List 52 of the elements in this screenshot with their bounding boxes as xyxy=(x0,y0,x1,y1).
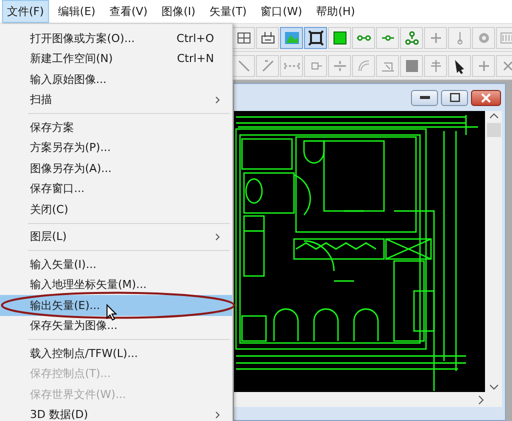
minimize-icon xyxy=(420,96,430,99)
menu-item[interactable]: 新建工作空间(N) Ctrl+N xyxy=(0,48,232,69)
chevron-up-icon[interactable] xyxy=(488,113,498,119)
menu-title[interactable]: 编辑(E) xyxy=(52,0,100,23)
menu-item[interactable]: 载入控制点/TFW(L)... xyxy=(0,343,232,364)
maximize-icon xyxy=(450,93,460,102)
toolbar-button[interactable] xyxy=(304,26,327,48)
grid-icon xyxy=(236,30,252,46)
menu-title[interactable]: 图像(I) xyxy=(156,0,200,23)
menu-item[interactable]: 图层(L) xyxy=(0,226,232,247)
cursor-icon xyxy=(106,304,117,321)
menu-title[interactable]: 帮助(H) xyxy=(311,0,360,23)
menu-item[interactable]: 打开图像或方案(O)... Ctrl+O xyxy=(0,28,232,48)
menu-item[interactable]: 输入地理坐标矢量(M)... xyxy=(0,274,232,295)
close-button[interactable] xyxy=(471,90,501,106)
menu-title[interactable]: 窗口(W) xyxy=(256,0,308,23)
menu-item[interactable]: 关闭(C) xyxy=(0,199,232,220)
close-icon xyxy=(481,92,491,102)
toolbar-button[interactable] xyxy=(448,54,471,76)
menu-item[interactable]: 图像另存为(A)... xyxy=(0,158,232,178)
menu-item[interactable]: 保存方案 xyxy=(0,117,232,138)
chevron-down-icon[interactable] xyxy=(488,384,498,390)
square-icon xyxy=(332,30,348,46)
menu-item[interactable]: 扫描 xyxy=(0,90,232,110)
network-icon xyxy=(404,30,420,46)
lettering-icon xyxy=(500,30,512,46)
menu-item[interactable]: 输入原始图像... xyxy=(0,69,232,90)
dashed-line-icon xyxy=(284,62,300,70)
horizontal-scrollbar[interactable] xyxy=(234,392,502,407)
frame-icon xyxy=(308,30,324,46)
minimize-button[interactable] xyxy=(411,90,438,106)
toolbar-button[interactable] xyxy=(232,26,255,48)
diagonal-line-icon xyxy=(260,58,276,74)
chevron-right-icon[interactable] xyxy=(478,394,484,404)
menu-item[interactable]: 输出矢量(E)... xyxy=(0,295,232,316)
menu-title[interactable]: 文件(F) xyxy=(2,0,49,23)
menu-item[interactable]: 保存矢量为图像... xyxy=(0,316,232,336)
menu-item[interactable]: 保存窗口... xyxy=(0,178,232,199)
scrollbar-thumb[interactable] xyxy=(486,123,500,137)
image-icon xyxy=(284,30,300,46)
tray-icon xyxy=(260,30,276,46)
menu-title[interactable]: 矢量(T) xyxy=(204,0,252,23)
diagonal-line-icon xyxy=(236,58,252,74)
menu-title[interactable]: 查看(V) xyxy=(104,0,153,23)
toolbar-button[interactable] xyxy=(256,26,279,48)
curve-icon xyxy=(356,58,372,74)
vertical-scrollbar[interactable] xyxy=(485,111,502,392)
menu-item[interactable]: 3D 数据(D) xyxy=(0,404,232,421)
maximize-button[interactable] xyxy=(441,90,468,106)
menu-item[interactable]: 输入矢量(I)... xyxy=(0,254,232,274)
menu-item[interactable]: 方案另存为(P)... xyxy=(0,138,232,158)
square-icon xyxy=(404,58,420,74)
